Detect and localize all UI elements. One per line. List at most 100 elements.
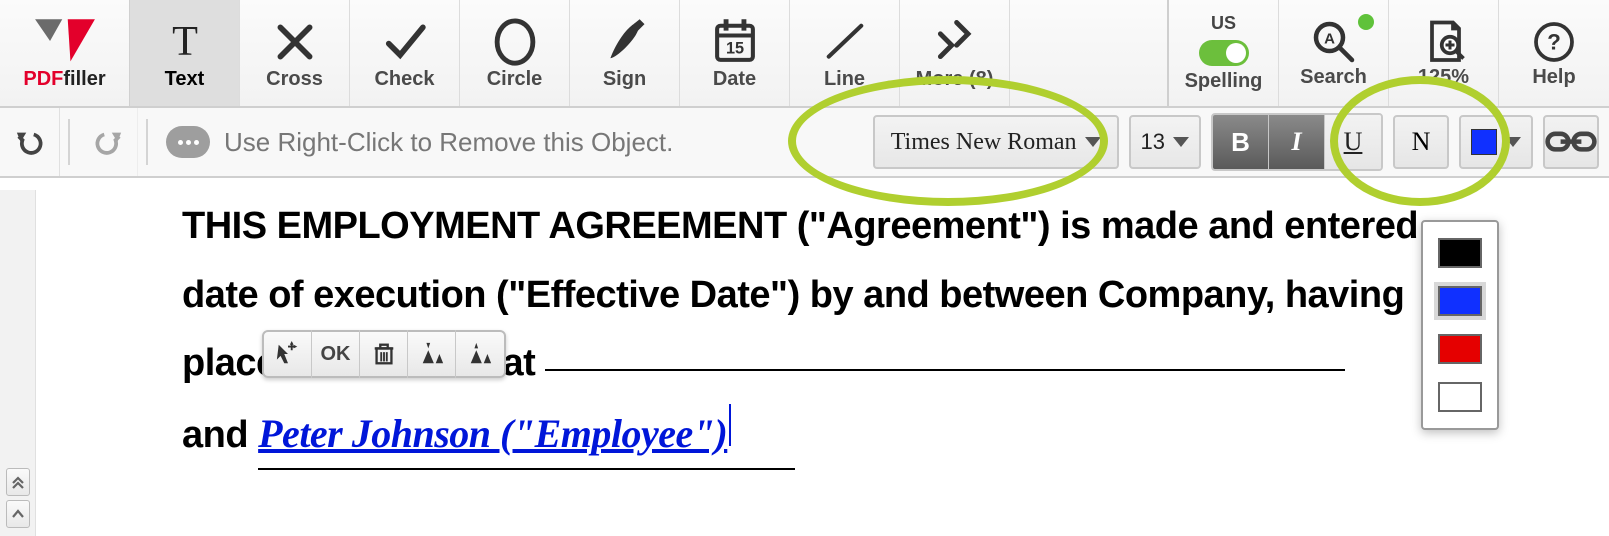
color-option-red[interactable] xyxy=(1438,334,1482,364)
caret-down-icon xyxy=(1505,137,1521,147)
toolbar-right-group: US Spelling A Search 125% ? Help xyxy=(1167,0,1609,106)
increase-size-icon xyxy=(419,341,445,367)
tool-help[interactable]: ? Help xyxy=(1499,0,1609,106)
tool-date[interactable]: 15 Date xyxy=(680,0,790,106)
style-group: B I U xyxy=(1211,113,1383,171)
pdffiller-logo-icon xyxy=(31,16,99,66)
cross-icon xyxy=(267,16,323,68)
tool-date-label: Date xyxy=(713,68,756,91)
secondary-toolbar: Use Right-Click to Remove this Object. T… xyxy=(0,108,1609,178)
doc-line-4: and Peter Johnson ("Employee") xyxy=(182,400,1609,470)
tool-zoom[interactable]: 125% xyxy=(1389,0,1499,106)
tool-sign[interactable]: Sign xyxy=(570,0,680,106)
font-family-value: Times New Roman xyxy=(891,129,1077,156)
search-indicator-dot xyxy=(1358,14,1374,30)
employee-text-value: Peter Johnson ("Employee") xyxy=(258,411,727,456)
italic-button[interactable]: I xyxy=(1269,115,1325,169)
chevron-up-icon xyxy=(10,506,26,522)
date-icon: 15 xyxy=(707,16,763,68)
color-option-black[interactable] xyxy=(1438,238,1482,268)
spelling-region-label: US xyxy=(1211,13,1236,34)
increase-size-button[interactable] xyxy=(408,330,456,378)
document-area: THIS EMPLOYMENT AGREEMENT ("Agreement") … xyxy=(0,178,1609,536)
tool-cross[interactable]: Cross xyxy=(240,0,350,106)
redo-button[interactable] xyxy=(78,108,138,176)
employee-text-input[interactable]: Peter Johnson ("Employee") xyxy=(258,400,795,470)
trash-icon xyxy=(371,341,397,367)
caret-down-icon xyxy=(1173,137,1189,147)
circle-icon xyxy=(487,16,543,68)
font-family-dropdown[interactable]: Times New Roman xyxy=(873,115,1119,169)
app-logo[interactable]: PDFfiller xyxy=(0,0,130,106)
current-color-swatch xyxy=(1471,129,1497,155)
check-icon xyxy=(377,16,433,68)
more-icon xyxy=(927,16,983,68)
help-icon: ? xyxy=(1528,18,1580,66)
hint-text: Use Right-Click to Remove this Object. xyxy=(224,127,673,158)
link-button[interactable] xyxy=(1543,115,1599,169)
color-picker-popup[interactable] xyxy=(1421,220,1499,430)
search-icon: A xyxy=(1308,18,1360,66)
color-option-blue[interactable] xyxy=(1438,286,1482,316)
text-color-dropdown[interactable] xyxy=(1459,115,1533,169)
font-size-value: 13 xyxy=(1141,129,1165,155)
svg-text:15: 15 xyxy=(725,39,743,57)
undo-button[interactable] xyxy=(0,108,60,176)
tool-search[interactable]: A Search xyxy=(1279,0,1389,106)
tool-more[interactable]: More (8) xyxy=(900,0,1010,106)
primary-toolbar: PDFfiller T Text Cross Check Circle Sign… xyxy=(0,0,1609,108)
tool-circle[interactable]: Circle xyxy=(460,0,570,106)
object-toolbar[interactable]: OK xyxy=(262,330,506,378)
scroll-buttons xyxy=(6,468,30,528)
ok-button[interactable]: OK xyxy=(312,330,360,378)
separator xyxy=(146,119,148,165)
caret-down-icon xyxy=(1085,137,1101,147)
app-logo-label: PDFfiller xyxy=(23,68,105,91)
chevron-double-up-icon xyxy=(10,474,26,490)
doc-line-1: THIS EMPLOYMENT AGREEMENT ("Agreement") … xyxy=(182,194,1609,259)
vertical-ruler xyxy=(0,190,36,536)
underline-button[interactable]: U xyxy=(1325,115,1381,169)
blank-underline-1[interactable] xyxy=(545,369,1345,371)
svg-text:A: A xyxy=(1324,30,1335,47)
tool-text-label: Text xyxy=(165,68,205,91)
tool-line-label: Line xyxy=(824,68,865,91)
zoom-icon xyxy=(1418,18,1470,66)
tool-circle-label: Circle xyxy=(487,68,543,91)
hint-bubble-icon xyxy=(166,126,210,158)
line-icon xyxy=(817,16,873,68)
undo-icon xyxy=(15,127,45,157)
move-object-button[interactable] xyxy=(264,330,312,378)
tool-spelling-label: Spelling xyxy=(1185,70,1263,93)
tool-text[interactable]: T Text xyxy=(130,0,240,106)
font-size-dropdown[interactable]: 13 xyxy=(1129,115,1201,169)
decrease-size-icon xyxy=(467,341,493,367)
separator xyxy=(68,119,70,165)
link-icon xyxy=(1545,126,1597,157)
sign-icon xyxy=(597,16,653,68)
normal-button[interactable]: N xyxy=(1393,115,1449,169)
tool-line[interactable]: Line xyxy=(790,0,900,106)
tool-more-label: More (8) xyxy=(916,68,994,91)
text-icon: T xyxy=(157,16,213,68)
delete-object-button[interactable] xyxy=(360,330,408,378)
svg-text:?: ? xyxy=(1547,29,1561,54)
tool-sign-label: Sign xyxy=(603,68,646,91)
doc-line-4-prefix: and xyxy=(182,414,258,456)
tool-check[interactable]: Check xyxy=(350,0,460,106)
doc-line-2: date of execution ("Effective Date") by … xyxy=(182,263,1609,328)
document-content[interactable]: THIS EMPLOYMENT AGREEMENT ("Agreement") … xyxy=(52,178,1609,474)
scroll-up-button[interactable] xyxy=(6,500,30,528)
spelling-toggle-icon[interactable] xyxy=(1199,40,1249,66)
undo-redo-group xyxy=(0,108,138,176)
move-icon xyxy=(275,341,301,367)
tool-spelling[interactable]: US Spelling xyxy=(1169,0,1279,106)
svg-text:T: T xyxy=(172,18,198,65)
decrease-size-button[interactable] xyxy=(456,330,504,378)
color-option-white[interactable] xyxy=(1438,382,1482,412)
bold-button[interactable]: B xyxy=(1213,115,1269,169)
hint-message: Use Right-Click to Remove this Object. xyxy=(166,126,673,158)
tool-zoom-label: 125% xyxy=(1418,66,1469,89)
text-cursor xyxy=(729,404,731,446)
scroll-up-double-button[interactable] xyxy=(6,468,30,496)
